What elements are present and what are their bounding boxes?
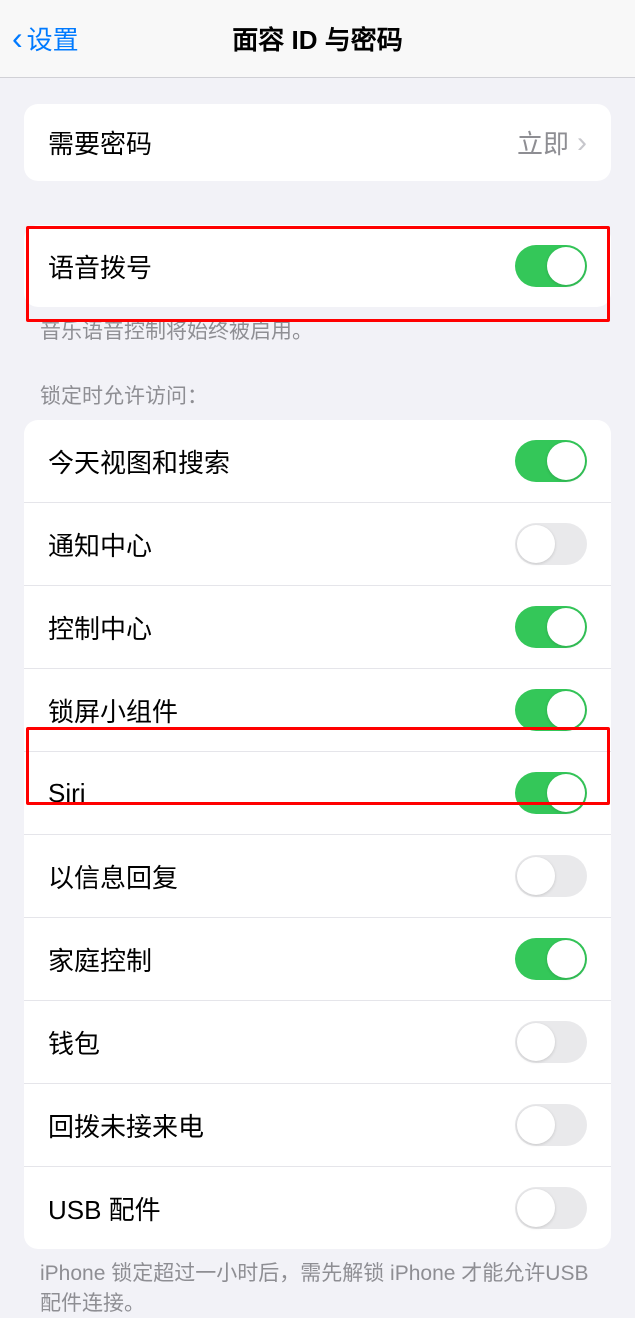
voice-dial-toggle[interactable]: [515, 245, 587, 287]
toggle-knob: [547, 442, 585, 480]
lock-access-item: 今天视图和搜索: [24, 420, 611, 503]
lock-access-header: 锁定时允许访问：: [0, 380, 635, 420]
page-title: 面容 ID 与密码: [232, 20, 402, 57]
lock-access-item-toggle[interactable]: [515, 938, 587, 980]
voice-dial-label: 语音拨号: [48, 248, 152, 285]
toggle-knob: [517, 1189, 555, 1227]
lock-access-item-toggle[interactable]: [515, 523, 587, 565]
lock-access-item-label: 锁屏小组件: [48, 692, 178, 729]
lock-access-item-toggle[interactable]: [515, 606, 587, 648]
lock-access-item-label: 以信息回复: [48, 858, 178, 895]
lock-access-item-label: 家庭控制: [48, 941, 152, 978]
lock-access-item-label: 钱包: [48, 1024, 100, 1061]
toggle-knob: [517, 857, 555, 895]
toggle-knob: [547, 774, 585, 812]
lock-access-item: USB 配件: [24, 1167, 611, 1249]
toggle-knob: [547, 608, 585, 646]
require-passcode-cell[interactable]: 需要密码 立即 ›: [24, 104, 611, 181]
lock-access-item-label: 控制中心: [48, 609, 152, 646]
lock-access-footer: iPhone 锁定超过一小时后，需先解锁 iPhone 才能允许USB 配件连接…: [0, 1249, 635, 1318]
lock-access-item-label: Siri: [48, 778, 86, 809]
lock-access-item-label: USB 配件: [48, 1190, 161, 1227]
toggle-knob: [517, 1023, 555, 1061]
toggle-knob: [517, 1106, 555, 1144]
back-button[interactable]: ‹ 设置: [0, 20, 79, 57]
voice-dial-cell: 语音拨号: [24, 225, 611, 307]
voice-dial-footer: 音乐语音控制将始终被启用。: [0, 307, 635, 346]
toggle-knob: [517, 525, 555, 563]
lock-access-item: 通知中心: [24, 503, 611, 586]
toggle-knob: [547, 691, 585, 729]
lock-access-list: 今天视图和搜索通知中心控制中心锁屏小组件 Siri 以信息回复家庭控制钱包回拨未接来…: [24, 420, 611, 1249]
lock-access-item: 钱包: [24, 1001, 611, 1084]
lock-access-item: 回拨未接来电: [24, 1084, 611, 1167]
chevron-right-icon: ›: [577, 126, 587, 160]
toggle-knob: [547, 247, 585, 285]
lock-access-item: Siri: [24, 752, 611, 835]
lock-access-item-label: 回拨未接来电: [48, 1107, 204, 1144]
lock-access-item-label: 通知中心: [48, 526, 152, 563]
lock-access-item: 锁屏小组件: [24, 669, 611, 752]
lock-access-item-toggle[interactable]: [515, 1104, 587, 1146]
lock-access-item: 控制中心: [24, 586, 611, 669]
navigation-header: ‹ 设置 面容 ID 与密码: [0, 0, 635, 78]
lock-access-item-toggle[interactable]: [515, 1021, 587, 1063]
require-passcode-value-container: 立即 ›: [517, 124, 587, 161]
require-passcode-value: 立即: [517, 124, 569, 161]
lock-access-item: 以信息回复: [24, 835, 611, 918]
require-passcode-label: 需要密码: [48, 124, 152, 161]
lock-access-item-toggle[interactable]: [515, 1187, 587, 1229]
back-label: 设置: [27, 20, 79, 57]
lock-access-item-toggle[interactable]: [515, 689, 587, 731]
toggle-knob: [547, 940, 585, 978]
lock-access-item: 家庭控制: [24, 918, 611, 1001]
lock-access-item-label: 今天视图和搜索: [48, 443, 230, 480]
lock-access-item-toggle[interactable]: [515, 855, 587, 897]
lock-access-item-toggle[interactable]: [515, 440, 587, 482]
chevron-left-icon: ‹: [12, 20, 23, 57]
lock-access-item-toggle[interactable]: [515, 772, 587, 814]
